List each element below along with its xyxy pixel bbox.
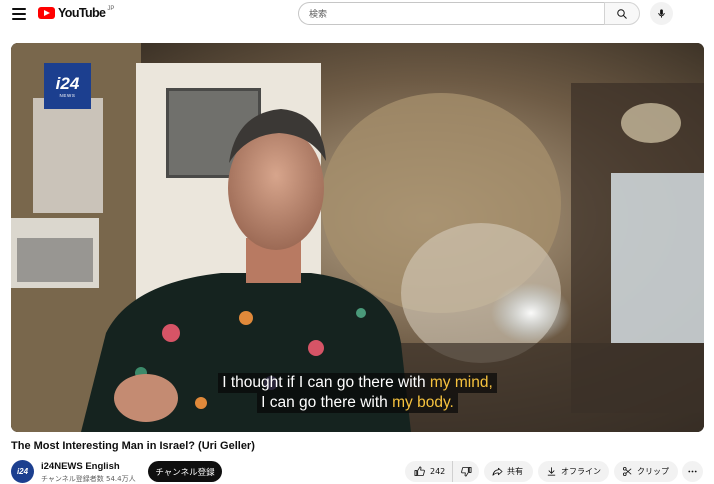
menu-icon-bar	[12, 8, 26, 10]
watermark-logo-subtext: NEWS	[59, 92, 76, 98]
search-icon	[617, 8, 627, 19]
caption-line-1-text: I thought if I can go there with	[222, 374, 430, 391]
share-button[interactable]: 共有	[484, 461, 533, 482]
clip-label: クリップ	[637, 467, 669, 476]
like-button[interactable]: 242	[405, 461, 453, 482]
video-title: The Most Interesting Man in Israel? (Uri…	[11, 440, 255, 452]
share-icon	[492, 467, 503, 476]
youtube-play-icon	[38, 7, 55, 19]
watermark-logo-text: i24	[55, 73, 80, 93]
like-count: 242	[430, 467, 446, 476]
search-button[interactable]	[604, 2, 640, 25]
channel-name[interactable]: i24NEWS English	[41, 461, 120, 472]
caption-line-2-text: I can go there with	[261, 394, 393, 411]
voice-search-button[interactable]	[650, 2, 673, 25]
masthead: YouTube JP 検索	[0, 0, 714, 30]
region-code: JP	[107, 6, 115, 12]
download-icon	[547, 467, 556, 476]
thumbs-down-icon	[460, 466, 471, 477]
menu-icon-bar	[12, 18, 26, 20]
clip-button[interactable]: クリップ	[614, 461, 678, 482]
closed-captions: I thought if I can go there with my mind…	[11, 373, 704, 413]
download-label: オフライン	[561, 467, 601, 476]
more-horizontal-icon	[688, 470, 697, 473]
microphone-icon	[658, 9, 665, 18]
search-bar: 検索	[298, 2, 640, 25]
dislike-button[interactable]	[453, 461, 479, 482]
caption-line-2: I can go there with my body.	[257, 393, 458, 413]
search-input[interactable]: 検索	[298, 2, 604, 25]
scissors-icon	[622, 466, 632, 477]
thumbs-up-icon	[414, 466, 425, 477]
caption-line-2-highlight: my body.	[392, 394, 454, 411]
more-actions-button[interactable]	[682, 461, 703, 482]
youtube-logo[interactable]: YouTube JP	[38, 6, 114, 20]
share-label: 共有	[507, 467, 523, 476]
video-player[interactable]: i24 NEWS I thought if I can go there wit…	[11, 43, 704, 432]
channel-avatar[interactable]: i24	[11, 460, 34, 483]
menu-icon-bar	[12, 13, 26, 15]
guide-menu-button[interactable]	[8, 4, 30, 24]
caption-line-1: I thought if I can go there with my mind…	[218, 373, 497, 393]
download-button[interactable]: オフライン	[538, 461, 609, 482]
logo-text: YouTube	[58, 6, 106, 20]
channel-watermark: i24 NEWS	[44, 63, 91, 109]
like-dislike-group: 242	[405, 461, 479, 482]
subscriber-count: チャンネル登録者数 54.4万人	[41, 475, 136, 483]
caption-line-1-highlight: my mind,	[429, 374, 493, 391]
subscribe-button[interactable]: チャンネル登録	[148, 461, 222, 482]
